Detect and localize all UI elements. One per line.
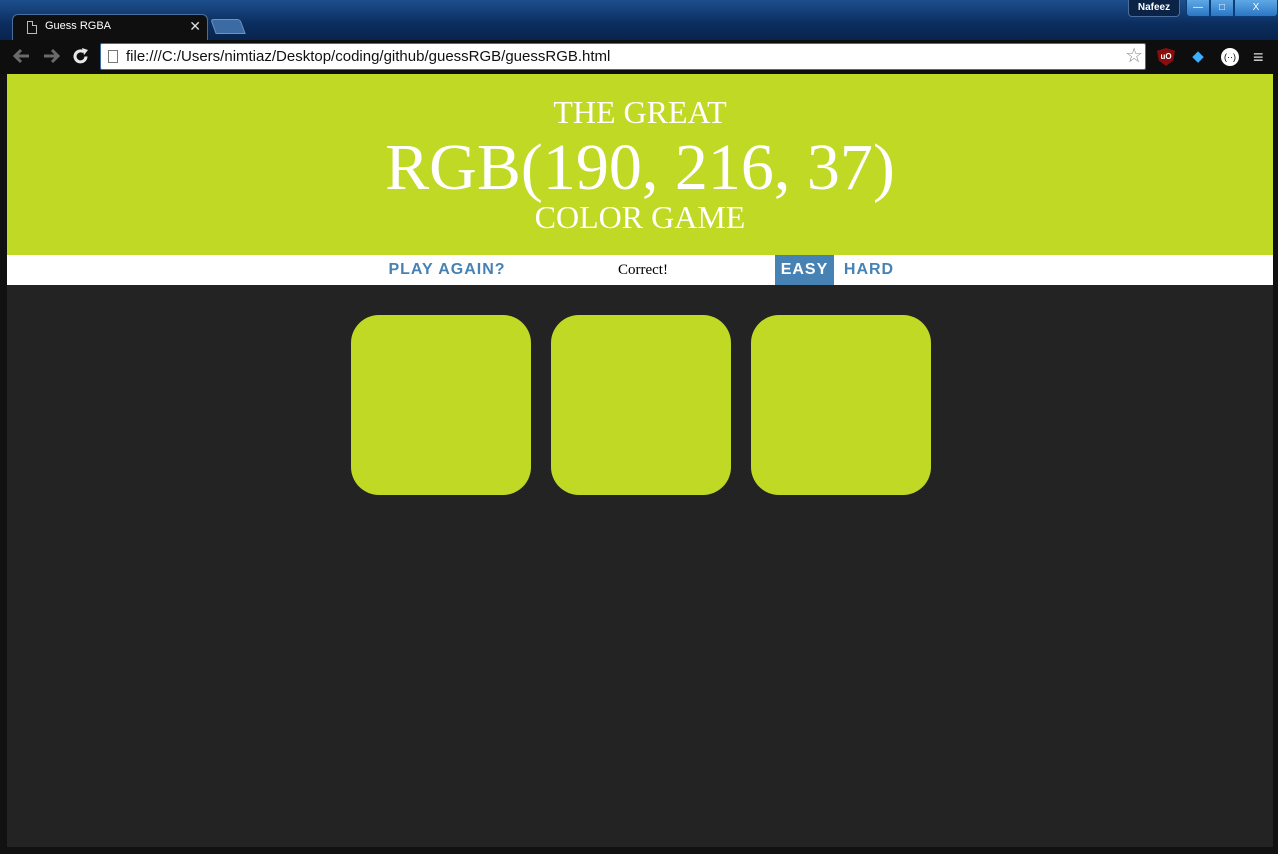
new-tab-button[interactable] — [210, 19, 246, 34]
page-icon — [108, 50, 118, 63]
browser-toolbar: file:///C:/Users/nimtiaz/Desktop/coding/… — [0, 40, 1278, 74]
close-window-button[interactable]: X — [1234, 0, 1278, 17]
bookmark-star-icon[interactable]: ☆ — [1125, 45, 1143, 67]
maximize-button[interactable]: □ — [1210, 0, 1234, 17]
back-arrow-icon[interactable] — [12, 48, 31, 67]
window-border-left — [0, 74, 7, 854]
color-square[interactable] — [351, 315, 531, 495]
color-square[interactable] — [551, 315, 731, 495]
profile-name-badge[interactable]: Nafeez — [1128, 0, 1180, 17]
minimize-button[interactable]: — — [1186, 0, 1210, 17]
extension-circle-icon[interactable]: (··) — [1221, 48, 1239, 66]
title-bar: Guess RGBA ✕ Nafeez — □ X — [0, 0, 1278, 40]
tab-title: Guess RGBA — [45, 20, 112, 32]
document-icon — [27, 21, 37, 34]
header-title-bottom: COLOR GAME — [534, 199, 746, 235]
header-title-top: THE GREAT — [553, 94, 727, 130]
result-message: Correct! — [618, 262, 668, 278]
browser-window: Guess RGBA ✕ Nafeez — □ X file:///C:/Use… — [0, 0, 1278, 854]
chrome-menu-icon[interactable]: ≡ — [1253, 48, 1271, 66]
extension-drop-icon[interactable]: ◆ — [1189, 48, 1207, 66]
ublock-extension-icon[interactable]: uO — [1157, 48, 1175, 66]
easy-mode-button[interactable]: EASY — [775, 255, 834, 285]
play-again-button[interactable]: PLAY AGAIN? — [385, 255, 509, 285]
hard-mode-button[interactable]: HARD — [839, 255, 899, 285]
url-text[interactable]: file:///C:/Users/nimtiaz/Desktop/coding/… — [126, 48, 610, 65]
reload-icon[interactable] — [72, 48, 89, 68]
page-viewport: THE GREAT RGB(190, 216, 37) COLOR GAME P… — [7, 74, 1273, 847]
color-square[interactable] — [751, 315, 931, 495]
game-header: THE GREAT RGB(190, 216, 37) COLOR GAME — [7, 74, 1273, 255]
tab-guess-rgba[interactable]: Guess RGBA ✕ — [12, 14, 208, 40]
control-stripe: PLAY AGAIN? Correct! EASY HARD — [7, 255, 1273, 285]
address-bar[interactable]: file:///C:/Users/nimtiaz/Desktop/coding/… — [100, 43, 1146, 70]
window-border-bottom — [0, 847, 1278, 854]
forward-arrow-icon[interactable] — [42, 48, 61, 67]
window-border-right — [1273, 74, 1278, 854]
tab-close-icon[interactable]: ✕ — [189, 18, 201, 35]
rgb-color-display: RGB(190, 216, 37) — [385, 131, 895, 204]
window-controls: — □ X — [1186, 0, 1278, 17]
